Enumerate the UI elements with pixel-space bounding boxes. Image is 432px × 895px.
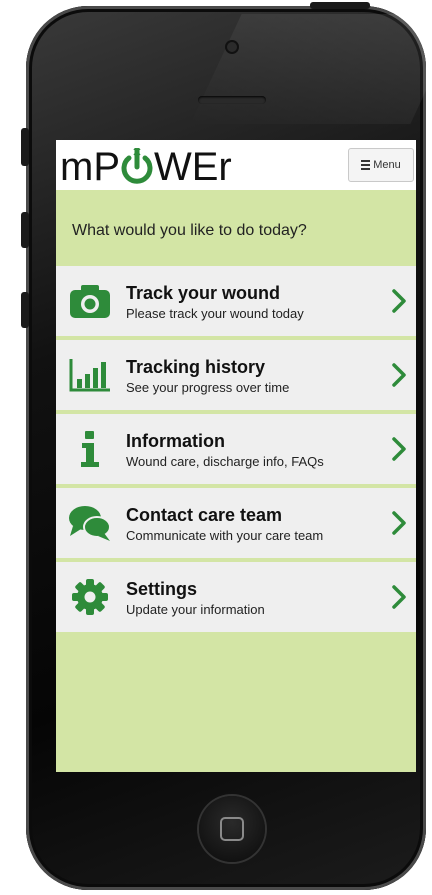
hamburger-icon <box>361 160 371 170</box>
menu-item-settings[interactable]: Settings Update your information <box>56 562 416 632</box>
menu-item-tracking-history[interactable]: Tracking history See your progress over … <box>56 340 416 410</box>
menu-item-text: Settings Update your information <box>120 577 382 617</box>
front-camera <box>227 42 237 52</box>
bar-chart-icon <box>60 340 120 410</box>
chevron-right-icon <box>382 266 416 336</box>
menu-item-text: Contact care team Communicate with your … <box>120 503 382 543</box>
menu-item-subtitle: Update your information <box>126 602 265 617</box>
app-screen: mP WEr Menu What would you like to do to… <box>56 140 416 772</box>
menu-item-subtitle: See your progress over time <box>126 380 290 395</box>
menu-button[interactable]: Menu <box>348 148 414 182</box>
chevron-right-icon <box>382 340 416 410</box>
menu-item-track-wound[interactable]: Track your wound Please track your wound… <box>56 266 416 336</box>
volume-up-button <box>21 212 29 248</box>
mute-switch <box>21 128 29 166</box>
menu-item-title: Settings <box>126 579 198 599</box>
menu-button-label: Menu <box>373 159 401 171</box>
camera-icon <box>60 266 120 336</box>
page-prompt: What would you like to do today? <box>72 222 307 239</box>
menu-item-title: Contact care team <box>126 505 283 525</box>
chevron-right-icon <box>382 414 416 484</box>
power-symbol-icon <box>120 144 154 190</box>
app-header: mP WEr Menu <box>56 140 416 190</box>
logo-text-end: WEr <box>154 145 232 189</box>
menu-item-subtitle: Please track your wound today <box>126 306 304 321</box>
info-icon <box>60 414 120 484</box>
home-button[interactable] <box>199 796 265 862</box>
gear-icon <box>60 562 120 632</box>
menu-item-subtitle: Communicate with your care team <box>126 528 324 543</box>
chevron-right-icon <box>382 488 416 558</box>
volume-down-button <box>21 292 29 328</box>
app-logo: mP WEr <box>56 140 232 190</box>
menu-item-text: Information Wound care, discharge info, … <box>120 429 382 469</box>
chevron-right-icon <box>382 562 416 632</box>
logo-text-start: mP <box>60 145 120 189</box>
power-button <box>310 2 370 9</box>
menu-item-title: Information <box>126 431 225 451</box>
menu-item-contact-care-team[interactable]: Contact care team Communicate with your … <box>56 488 416 558</box>
earpiece-speaker <box>198 96 266 104</box>
menu-item-title: Track your wound <box>126 283 281 303</box>
menu-item-subtitle: Wound care, discharge info, FAQs <box>126 454 324 469</box>
menu-item-information[interactable]: Information Wound care, discharge info, … <box>56 414 416 484</box>
menu-item-title: Tracking history <box>126 357 266 377</box>
home-square-icon <box>220 817 244 841</box>
chat-bubbles-icon <box>60 488 120 558</box>
menu-item-text: Track your wound Please track your wound… <box>120 281 382 321</box>
menu-item-text: Tracking history See your progress over … <box>120 355 382 395</box>
